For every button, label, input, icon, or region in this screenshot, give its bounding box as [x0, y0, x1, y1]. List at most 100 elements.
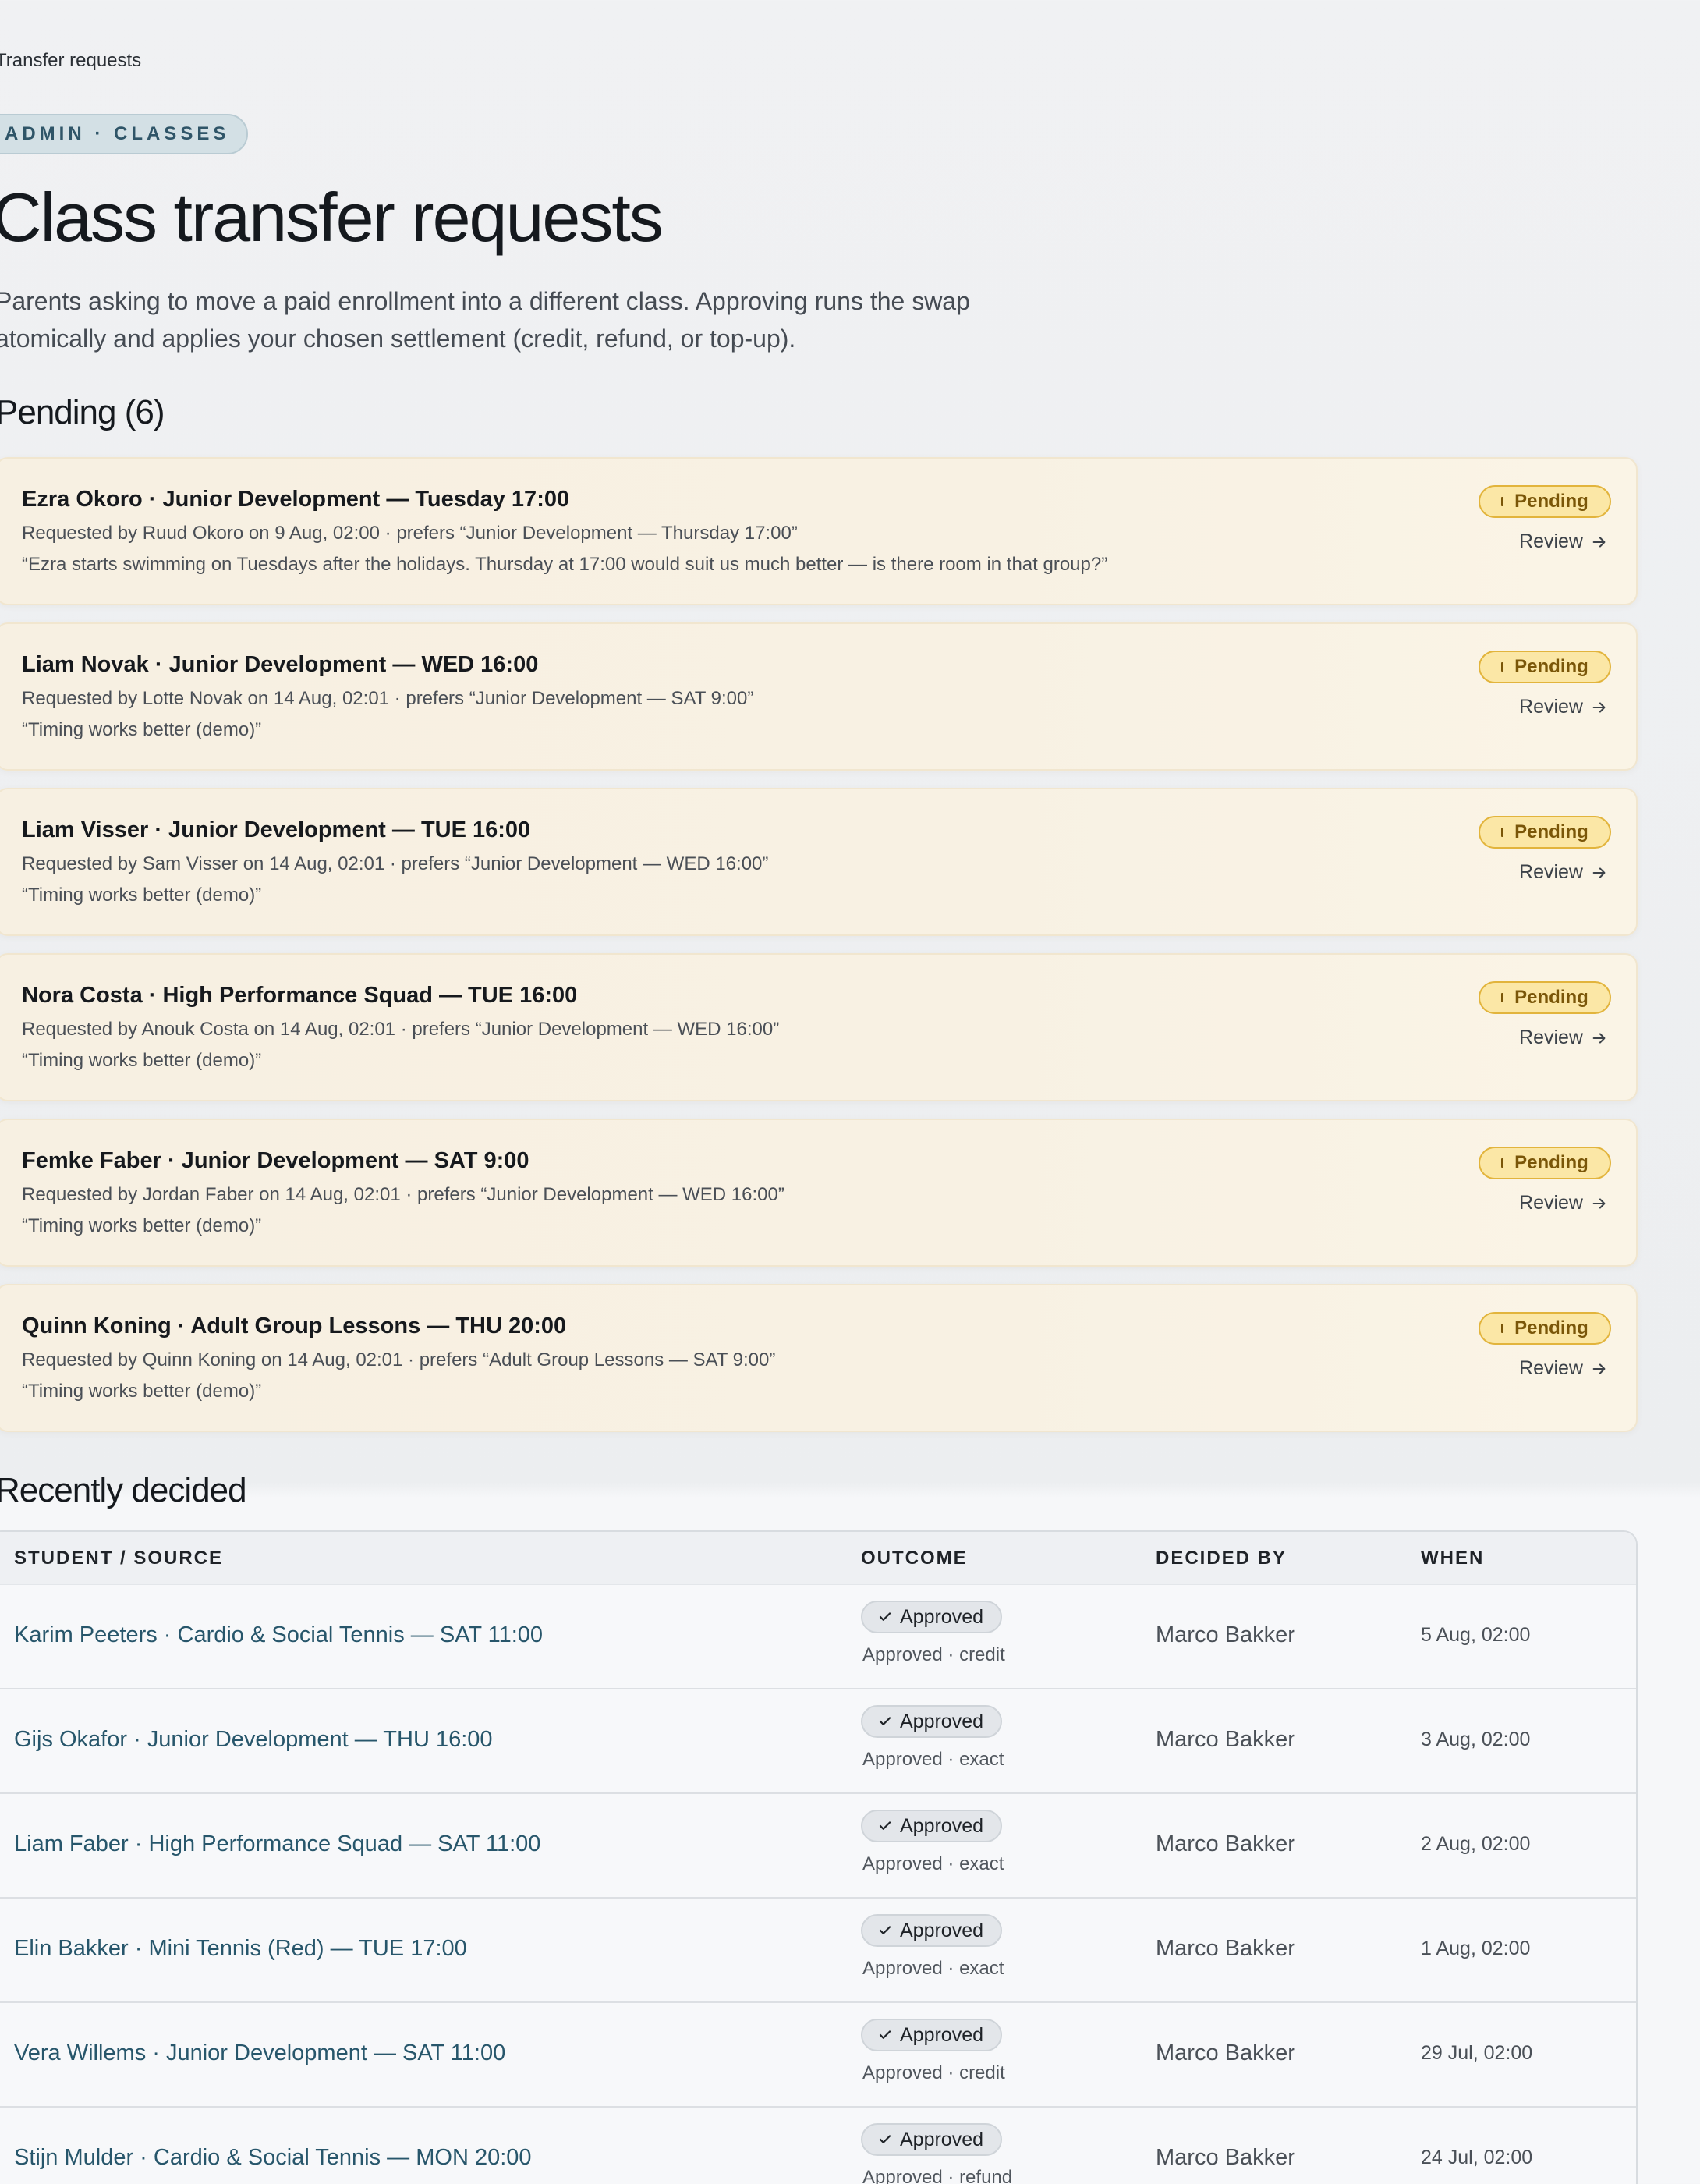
- outcome-status: Approved: [900, 2128, 984, 2150]
- decided-by: Marco Bakker: [1156, 1831, 1295, 1856]
- decided-by: Marco Bakker: [1156, 1622, 1295, 1647]
- request-card[interactable]: Femke Faber · Junior Development — SAT 9…: [0, 1119, 1638, 1267]
- pending-icon: [1501, 828, 1504, 837]
- request-title: Ezra Okoro · Junior Development — Tuesda…: [22, 487, 570, 512]
- outcome-status: Approved: [900, 1605, 984, 1628]
- decided-heading: Recently decided: [0, 1471, 247, 1509]
- source-link[interactable]: Elin Bakker · Mini Tennis (Red) — TUE 17…: [14, 1936, 467, 1962]
- request-title: Femke Faber · Junior Development — SAT 9…: [22, 1148, 529, 1173]
- decided-when: 3 Aug, 02:00: [1421, 1728, 1531, 1750]
- status-badge: Pending: [1479, 485, 1611, 518]
- request-note: “Timing works better (demo)”: [22, 1381, 262, 1402]
- request-card[interactable]: Liam Novak · Junior Development — WED 16…: [0, 622, 1638, 771]
- review-label: Review: [1519, 530, 1583, 552]
- request-note: “Ezra starts swimming on Tuesdays after …: [22, 554, 1108, 575]
- approved-badge: Approved: [861, 2019, 1003, 2051]
- pending-icon: [1501, 993, 1504, 1002]
- arrow-right-icon: [1592, 867, 1606, 878]
- pending-list: Ezra Okoro · Junior Development — Tuesda…: [0, 457, 1638, 1449]
- status-label: Pending: [1514, 1152, 1588, 1173]
- status-label: Pending: [1514, 821, 1588, 842]
- outcome-detail: Approved · credit: [862, 1644, 1005, 1665]
- table-row: Gijs Okafor · Junior Development — THU 1…: [0, 1689, 1636, 1794]
- status-badge: Pending: [1479, 981, 1611, 1014]
- review-link[interactable]: Review: [1519, 861, 1608, 884]
- request-card[interactable]: Nora Costa · High Performance Squad — TU…: [0, 953, 1638, 1101]
- source-link[interactable]: Karim Peeters · Cardio & Social Tennis —…: [14, 1622, 543, 1648]
- approved-badge: Approved: [861, 2123, 1003, 2156]
- section-eyebrow: ADMIN · CLASSES: [0, 114, 249, 154]
- review-link[interactable]: Review: [1519, 696, 1608, 718]
- request-title: Liam Visser · Junior Development — TUE 1…: [22, 817, 531, 842]
- outcome-status: Approved: [900, 1710, 984, 1732]
- outcome-status: Approved: [900, 1919, 984, 1941]
- review-link[interactable]: Review: [1519, 530, 1608, 553]
- request-meta: Requested by Quinn Koning on 14 Aug, 02:…: [22, 1349, 776, 1370]
- pending-icon: [1501, 662, 1504, 672]
- request-card[interactable]: Liam Visser · Junior Development — TUE 1…: [0, 788, 1638, 936]
- approved-badge: Approved: [861, 1601, 1003, 1633]
- arrow-right-icon: [1592, 536, 1606, 548]
- request-note: “Timing works better (demo)”: [22, 1215, 262, 1236]
- status-label: Pending: [1514, 987, 1588, 1008]
- request-title: Nora Costa · High Performance Squad — TU…: [22, 983, 578, 1008]
- pending-icon: [1501, 497, 1504, 506]
- request-meta: Requested by Ruud Okoro on 9 Aug, 02:00 …: [22, 523, 798, 544]
- breadcrumb[interactable]: Transfer requests: [0, 50, 141, 72]
- request-note: “Timing works better (demo)”: [22, 1050, 262, 1071]
- arrow-right-icon: [1592, 1363, 1606, 1374]
- source-link[interactable]: Stijn Mulder · Cardio & Social Tennis — …: [14, 2145, 532, 2171]
- approved-badge: Approved: [861, 1705, 1003, 1738]
- table-row: Karim Peeters · Cardio & Social Tennis —…: [0, 1585, 1636, 1689]
- request-title: Liam Novak · Junior Development — WED 16…: [22, 652, 539, 677]
- outcome-detail: Approved · exact: [862, 1958, 1004, 1979]
- review-link[interactable]: Review: [1519, 1357, 1608, 1380]
- source-link[interactable]: Vera Willems · Junior Development — SAT …: [14, 2040, 505, 2066]
- table-body: Karim Peeters · Cardio & Social Tennis —…: [0, 1585, 1636, 2184]
- check-icon: [879, 2135, 891, 2143]
- column-header-source: STUDENT / SOURCE: [14, 1547, 224, 1569]
- decided-when: 5 Aug, 02:00: [1421, 1624, 1531, 1646]
- decided-when: 29 Jul, 02:00: [1421, 2042, 1533, 2064]
- check-icon: [879, 1612, 891, 1621]
- request-card[interactable]: Ezra Okoro · Junior Development — Tuesda…: [0, 457, 1638, 605]
- review-link[interactable]: Review: [1519, 1192, 1608, 1214]
- column-header-decided-by: DECIDED BY: [1156, 1547, 1287, 1569]
- arrow-right-icon: [1592, 1032, 1606, 1044]
- page-title: Class transfer requests: [0, 179, 664, 256]
- column-header-outcome: OUTCOME: [861, 1547, 968, 1569]
- decided-by: Marco Bakker: [1156, 1727, 1295, 1752]
- approved-badge: Approved: [861, 1914, 1003, 1947]
- review-label: Review: [1519, 861, 1583, 883]
- review-label: Review: [1519, 696, 1583, 718]
- pending-icon: [1501, 1324, 1504, 1333]
- table-row: Liam Faber · High Performance Squad — SA…: [0, 1794, 1636, 1899]
- request-meta: Requested by Sam Visser on 14 Aug, 02:01…: [22, 853, 769, 874]
- status-label: Pending: [1514, 656, 1588, 677]
- decided-when: 24 Jul, 02:00: [1421, 2147, 1533, 2168]
- status-badge: Pending: [1479, 1312, 1611, 1345]
- approved-badge: Approved: [861, 1810, 1003, 1842]
- review-label: Review: [1519, 1357, 1583, 1379]
- request-note: “Timing works better (demo)”: [22, 719, 262, 740]
- pending-heading: Pending (6): [0, 393, 165, 431]
- source-link[interactable]: Liam Faber · High Performance Squad — SA…: [14, 1831, 540, 1857]
- decided-by: Marco Bakker: [1156, 1936, 1295, 1961]
- check-icon: [879, 2030, 891, 2039]
- check-icon: [879, 1717, 891, 1725]
- source-link[interactable]: Gijs Okafor · Junior Development — THU 1…: [14, 1727, 493, 1753]
- status-label: Pending: [1514, 1317, 1588, 1338]
- decided-when: 1 Aug, 02:00: [1421, 1938, 1531, 1959]
- arrow-right-icon: [1592, 701, 1606, 713]
- page-description: Parents asking to move a paid enrollment…: [0, 287, 970, 353]
- status-badge: Pending: [1479, 1147, 1611, 1179]
- request-card[interactable]: Quinn Koning · Adult Group Lessons — THU…: [0, 1284, 1638, 1432]
- request-meta: Requested by Jordan Faber on 14 Aug, 02:…: [22, 1184, 784, 1205]
- pending-icon: [1501, 1158, 1504, 1168]
- review-link[interactable]: Review: [1519, 1026, 1608, 1049]
- check-icon: [879, 1821, 891, 1830]
- check-icon: [879, 1926, 891, 1934]
- outcome-detail: Approved · exact: [862, 1749, 1004, 1770]
- table-header: STUDENT / SOURCE OUTCOME DECIDED BY WHEN: [0, 1532, 1636, 1585]
- request-meta: Requested by Lotte Novak on 14 Aug, 02:0…: [22, 688, 754, 709]
